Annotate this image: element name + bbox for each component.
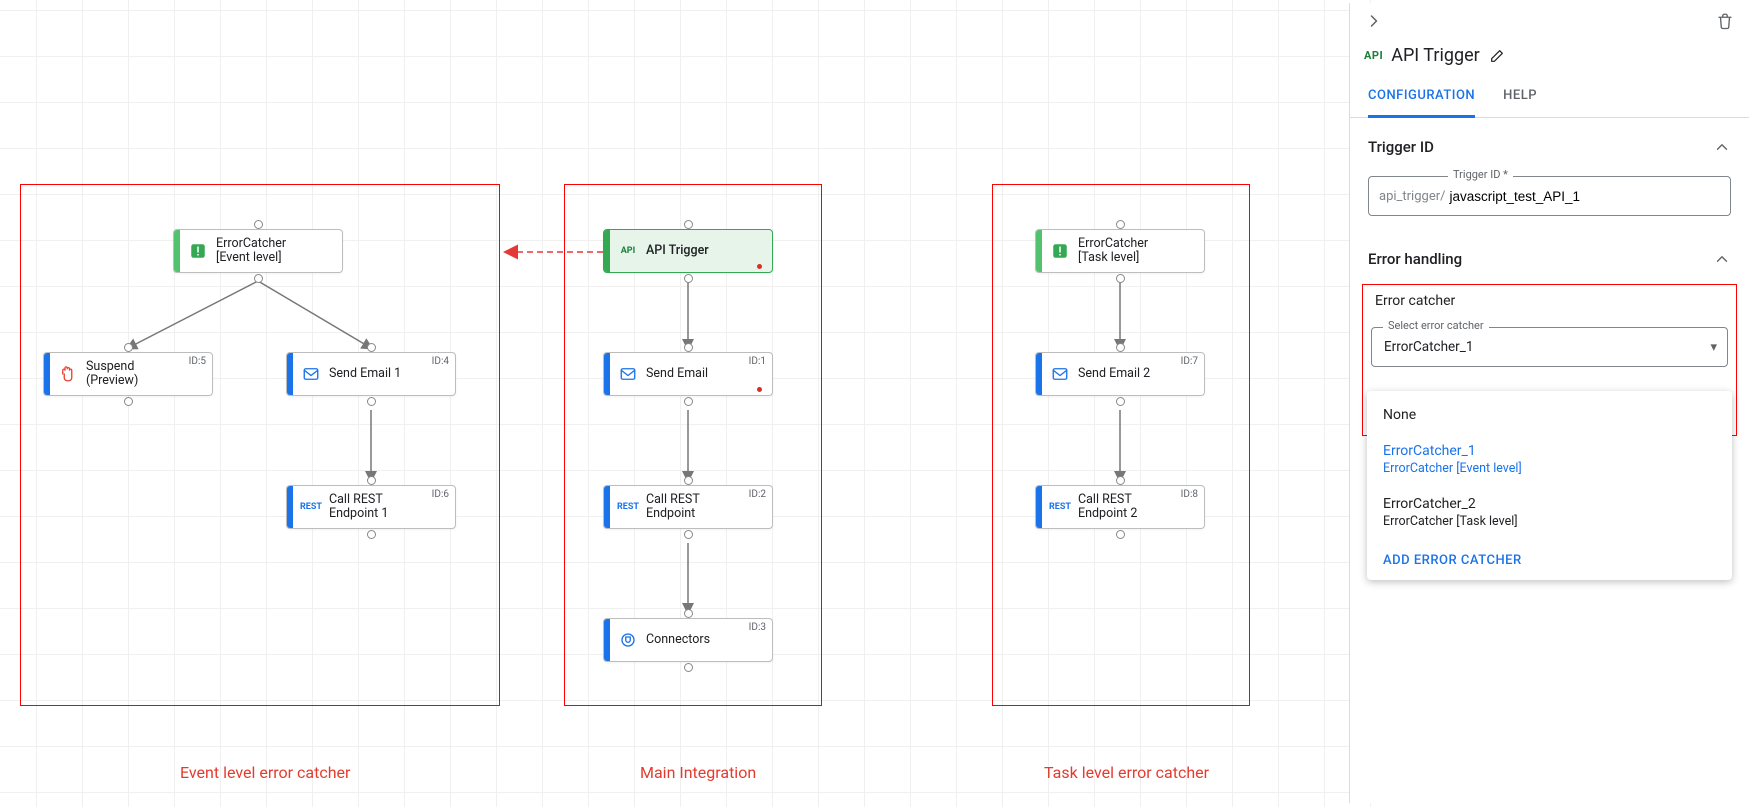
option-errorcatcher-1[interactable]: ErrorCatcher_1 ErrorCatcher [Event level…	[1367, 433, 1732, 486]
chevron-up-icon	[1713, 138, 1731, 156]
section-trigger-id[interactable]: Trigger ID	[1350, 118, 1749, 168]
node-label: Send Email 1	[325, 367, 455, 381]
section-label: Trigger ID	[1368, 138, 1434, 156]
region-label-task: Task level error catcher	[1044, 763, 1209, 782]
port[interactable]	[684, 663, 693, 672]
port[interactable]	[684, 343, 693, 352]
section-label: Error handling	[1368, 250, 1462, 268]
option-desc: ErrorCatcher [Task level]	[1383, 514, 1716, 529]
error-catcher-dropdown: None ErrorCatcher_1 ErrorCatcher [Event …	[1367, 391, 1732, 580]
node-id: ID:6	[432, 489, 449, 500]
port[interactable]	[684, 609, 693, 618]
node-suspend[interactable]: Suspend (Preview) ID:5	[43, 352, 213, 396]
port[interactable]	[1116, 530, 1125, 539]
panel-tabs: CONFIGURATION HELP	[1350, 78, 1749, 118]
option-errorcatcher-2[interactable]: ErrorCatcher_2 ErrorCatcher [Task level]	[1367, 486, 1732, 539]
port[interactable]	[367, 397, 376, 406]
warning-dot	[757, 264, 762, 269]
panel-title: API Trigger	[1391, 45, 1480, 66]
node-connectors[interactable]: Connectors ID:3	[603, 618, 773, 662]
port[interactable]	[1116, 274, 1125, 283]
port[interactable]	[684, 220, 693, 229]
panel-collapse-button[interactable]	[1362, 9, 1386, 33]
port[interactable]	[367, 343, 376, 352]
option-desc: ErrorCatcher [Event level]	[1383, 461, 1716, 476]
select-value: ErrorCatcher_1	[1372, 339, 1710, 355]
node-id: ID:4	[432, 356, 449, 367]
region-label-main: Main Integration	[640, 763, 756, 782]
error-icon	[184, 230, 212, 272]
trigger-id-field[interactable]: Trigger ID * api_trigger/	[1368, 176, 1731, 216]
node-errorcatcher-event[interactable]: ErrorCatcher [Event level]	[173, 229, 343, 273]
port[interactable]	[367, 476, 376, 485]
node-errorcatcher-task[interactable]: ErrorCatcher [Task level]	[1035, 229, 1205, 273]
dropdown-icon: ▾	[1710, 340, 1727, 355]
node-id: ID:3	[749, 622, 766, 633]
port[interactable]	[254, 274, 263, 283]
details-panel: API API Trigger CONFIGURATION HELP Trigg…	[1349, 3, 1749, 803]
node-send-email-2[interactable]: Send Email 2 ID:7	[1035, 352, 1205, 396]
region-label-event: Event level error catcher	[180, 763, 350, 782]
field-prefix: api_trigger/	[1369, 189, 1445, 204]
add-error-catcher-button[interactable]: ADD ERROR CATCHER	[1367, 539, 1732, 574]
node-api-trigger[interactable]: API API Trigger	[603, 229, 773, 273]
node-label: API Trigger	[642, 244, 772, 258]
error-catcher-region: Error catcher Select error catcher Error…	[1362, 284, 1737, 436]
node-label: Connectors	[642, 633, 772, 647]
tab-help[interactable]: HELP	[1503, 78, 1537, 117]
node-rest-main[interactable]: REST Call REST Endpoint ID:2	[603, 485, 773, 529]
node-label: Send Email 2	[1074, 367, 1204, 381]
port[interactable]	[684, 530, 693, 539]
port[interactable]	[1116, 397, 1125, 406]
connector-icon	[614, 619, 642, 661]
edit-icon[interactable]	[1488, 47, 1506, 65]
warning-dot	[757, 387, 762, 392]
node-id: ID:5	[189, 356, 206, 367]
option-none[interactable]: None	[1367, 397, 1732, 433]
port[interactable]	[1116, 343, 1125, 352]
field-legend: Trigger ID *	[1448, 168, 1513, 181]
mail-icon	[1046, 353, 1074, 395]
node-send-email-1[interactable]: Send Email 1 ID:4	[286, 352, 456, 396]
mail-icon	[614, 353, 642, 395]
node-label: ErrorCatcher [Event level]	[212, 237, 342, 265]
error-catcher-select[interactable]: Select error catcher ErrorCatcher_1 ▾	[1371, 327, 1728, 367]
port[interactable]	[1116, 220, 1125, 229]
mail-icon	[297, 353, 325, 395]
error-icon	[1046, 230, 1074, 272]
delete-button[interactable]	[1713, 9, 1737, 33]
node-rest-1[interactable]: REST Call REST Endpoint 1 ID:6	[286, 485, 456, 529]
node-id: ID:1	[749, 356, 766, 367]
option-name: ErrorCatcher_2	[1383, 496, 1476, 512]
trigger-id-input[interactable]	[1445, 189, 1730, 204]
port[interactable]	[684, 274, 693, 283]
node-send-email-main[interactable]: Send Email ID:1	[603, 352, 773, 396]
port[interactable]	[254, 220, 263, 229]
api-icon: API	[614, 230, 642, 272]
node-label: ErrorCatcher [Task level]	[1074, 237, 1204, 265]
error-catcher-label: Error catcher	[1367, 293, 1732, 313]
rest-icon: REST	[297, 486, 325, 528]
port[interactable]	[367, 530, 376, 539]
node-id: ID:8	[1181, 489, 1198, 500]
node-id: ID:2	[749, 489, 766, 500]
node-id: ID:7	[1181, 356, 1198, 367]
port[interactable]	[684, 476, 693, 485]
port[interactable]	[124, 343, 133, 352]
api-badge: API	[1364, 49, 1383, 62]
rest-icon: REST	[1046, 486, 1074, 528]
port[interactable]	[124, 397, 133, 406]
field-legend: Select error catcher	[1383, 319, 1489, 332]
section-error-handling[interactable]: Error handling	[1350, 224, 1749, 280]
node-rest-2[interactable]: REST Call REST Endpoint 2 ID:8	[1035, 485, 1205, 529]
chevron-up-icon	[1713, 250, 1731, 268]
rest-icon: REST	[614, 486, 642, 528]
hand-icon	[54, 353, 82, 395]
port[interactable]	[1116, 476, 1125, 485]
option-name: ErrorCatcher_1	[1383, 443, 1476, 459]
port[interactable]	[684, 397, 693, 406]
tab-configuration[interactable]: CONFIGURATION	[1368, 78, 1475, 118]
integration-canvas[interactable]: Event level error catcher Main Integrati…	[0, 0, 1378, 807]
node-label: Send Email	[642, 367, 772, 381]
